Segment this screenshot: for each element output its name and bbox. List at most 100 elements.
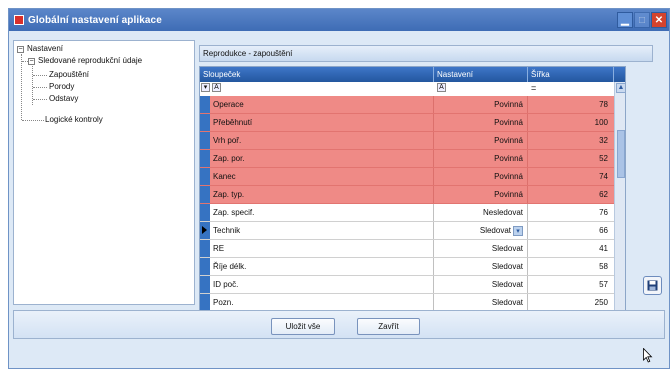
table-row[interactable]: Zap. por. Povinná 52: [200, 150, 614, 168]
grid-header: Sloupeček Nastavení Šířka: [200, 67, 625, 82]
dialog-footer: Uložit vše Zavřít: [13, 310, 665, 339]
cell-column-name[interactable]: Zap. por.: [210, 150, 434, 167]
table-row[interactable]: Technik Sledovat ▾ 66: [200, 222, 614, 240]
cell-column-name[interactable]: ID poč.: [210, 276, 434, 293]
row-selector[interactable]: [200, 168, 210, 185]
cell-setting-text: Povinná: [494, 172, 523, 181]
row-selector[interactable]: [200, 204, 210, 221]
filter-icon[interactable]: ▾: [201, 83, 210, 92]
tree-label-leaf: Porody: [49, 82, 75, 91]
cell-column-name[interactable]: Technik: [210, 222, 434, 239]
scroll-thumb[interactable]: [617, 130, 625, 178]
cell-setting[interactable]: Povinná: [434, 186, 528, 203]
scroll-up-icon[interactable]: ▲: [616, 83, 625, 93]
maximize-button[interactable]: □: [634, 12, 650, 28]
cell-setting[interactable]: Sledovat ▾: [434, 222, 528, 239]
cell-setting[interactable]: Povinná: [434, 150, 528, 167]
minimize-button[interactable]: ▁: [617, 12, 633, 28]
column-header-sirka[interactable]: Šířka: [528, 67, 614, 82]
tree-node-nastaveni[interactable]: − Nastavení: [17, 44, 63, 54]
cell-column-name[interactable]: Operace: [210, 96, 434, 113]
row-selector[interactable]: [200, 294, 210, 311]
tree-item-zapousteni[interactable]: Zapouštění: [49, 70, 89, 80]
table-row[interactable]: Přeběhnutí Povinná 100: [200, 114, 614, 132]
collapse-icon[interactable]: −: [28, 57, 35, 65]
filter-icon[interactable]: A: [437, 83, 446, 92]
cell-width[interactable]: 78: [528, 96, 614, 113]
cell-width[interactable]: 52: [528, 150, 614, 167]
row-selector[interactable]: [200, 186, 210, 203]
maximize-icon: □: [638, 14, 646, 26]
cell-setting[interactable]: Nesledovat: [434, 204, 528, 221]
filter-row: ▾ A A =: [200, 82, 625, 97]
cell-setting[interactable]: Povinná: [434, 114, 528, 131]
table-row[interactable]: Říje délk. Sledovat 58: [200, 258, 614, 276]
cell-setting[interactable]: Sledovat: [434, 258, 528, 275]
tree-label-leaf: Odstavy: [49, 94, 79, 103]
cell-column-name[interactable]: Zap. specif.: [210, 204, 434, 221]
dropdown-arrow-icon[interactable]: ▾: [513, 225, 523, 236]
tree-item-logicke-kontroly[interactable]: Logické kontroly: [45, 115, 103, 125]
column-header-nastaveni[interactable]: Nastavení: [434, 67, 528, 82]
cell-width[interactable]: 62: [528, 186, 614, 203]
cell-width[interactable]: 76: [528, 204, 614, 221]
cell-setting[interactable]: Sledovat: [434, 240, 528, 257]
cell-setting[interactable]: Sledovat: [434, 294, 528, 311]
table-row[interactable]: Operace Povinná 78: [200, 96, 614, 114]
cell-column-name[interactable]: Zap. typ.: [210, 186, 434, 203]
close-window-button[interactable]: ✕: [651, 12, 667, 28]
tree-item-odstavy[interactable]: Odstavy: [49, 94, 78, 104]
cell-width[interactable]: 66: [528, 222, 614, 239]
cell-column-name[interactable]: Přeběhnutí: [210, 114, 434, 131]
cell-column-name[interactable]: RE: [210, 240, 434, 257]
tree-item-porody[interactable]: Porody: [49, 82, 74, 92]
save-button[interactable]: [643, 276, 662, 295]
collapse-icon[interactable]: −: [17, 45, 24, 53]
table-row[interactable]: Vrh poř. Povinná 32: [200, 132, 614, 150]
cell-width[interactable]: 74: [528, 168, 614, 185]
cell-setting[interactable]: Povinná: [434, 168, 528, 185]
cell-column-name[interactable]: Vrh poř.: [210, 132, 434, 149]
row-selector[interactable]: [200, 240, 210, 257]
filter-equals[interactable]: =: [531, 83, 536, 93]
cell-setting-text: Nesledovat: [482, 208, 523, 217]
row-selector[interactable]: [200, 150, 210, 167]
cell-width[interactable]: 58: [528, 258, 614, 275]
tree-node-sledovane[interactable]: − Sledované reprodukční údaje: [28, 56, 142, 66]
cell-width[interactable]: 41: [528, 240, 614, 257]
tree-label-child: Sledované reprodukční údaje: [38, 56, 143, 65]
row-selector[interactable]: [200, 132, 210, 149]
row-selector[interactable]: [200, 276, 210, 293]
close-button[interactable]: Zavřít: [357, 318, 420, 335]
cell-width[interactable]: 32: [528, 132, 614, 149]
table-row[interactable]: RE Sledovat 41: [200, 240, 614, 258]
vertical-scrollbar[interactable]: ▲ ▼: [614, 82, 625, 329]
save-all-button[interactable]: Uložit vše: [271, 318, 335, 335]
row-selector[interactable]: [200, 258, 210, 275]
columns-grid: Sloupeček Nastavení Šířka ▾ A A = Operac…: [199, 66, 626, 330]
title-bar[interactable]: Globální nastavení aplikace ▁ □ ✕: [9, 9, 669, 31]
tree-label-sibling: Logické kontroly: [45, 115, 103, 124]
row-selector[interactable]: [200, 96, 210, 113]
cell-setting[interactable]: Sledovat: [434, 276, 528, 293]
table-row[interactable]: Zap. typ. Povinná 62: [200, 186, 614, 204]
filter-icon[interactable]: A: [212, 83, 221, 92]
cell-width[interactable]: 57: [528, 276, 614, 293]
settings-window: Globální nastavení aplikace ▁ □ ✕ − Nast…: [8, 8, 670, 369]
column-header-sloupecek[interactable]: Sloupeček: [200, 67, 434, 82]
table-row[interactable]: Zap. specif. Nesledovat 76: [200, 204, 614, 222]
cell-column-name[interactable]: Kanec: [210, 168, 434, 185]
cell-width[interactable]: 100: [528, 114, 614, 131]
minimize-icon: ▁: [621, 14, 629, 26]
cell-setting[interactable]: Povinná: [434, 96, 528, 113]
mouse-cursor-icon: [643, 348, 653, 363]
cell-setting[interactable]: Povinná: [434, 132, 528, 149]
cell-column-name[interactable]: Pozn.: [210, 294, 434, 311]
table-row[interactable]: Kanec Povinná 74: [200, 168, 614, 186]
cell-width[interactable]: 250: [528, 294, 614, 311]
row-selector[interactable]: [200, 222, 210, 239]
cell-column-name[interactable]: Říje délk.: [210, 258, 434, 275]
row-selector[interactable]: [200, 114, 210, 131]
table-row[interactable]: ID poč. Sledovat 57: [200, 276, 614, 294]
settings-panel: Reprodukce - zapouštění Sloupeček Nastav…: [199, 45, 653, 331]
